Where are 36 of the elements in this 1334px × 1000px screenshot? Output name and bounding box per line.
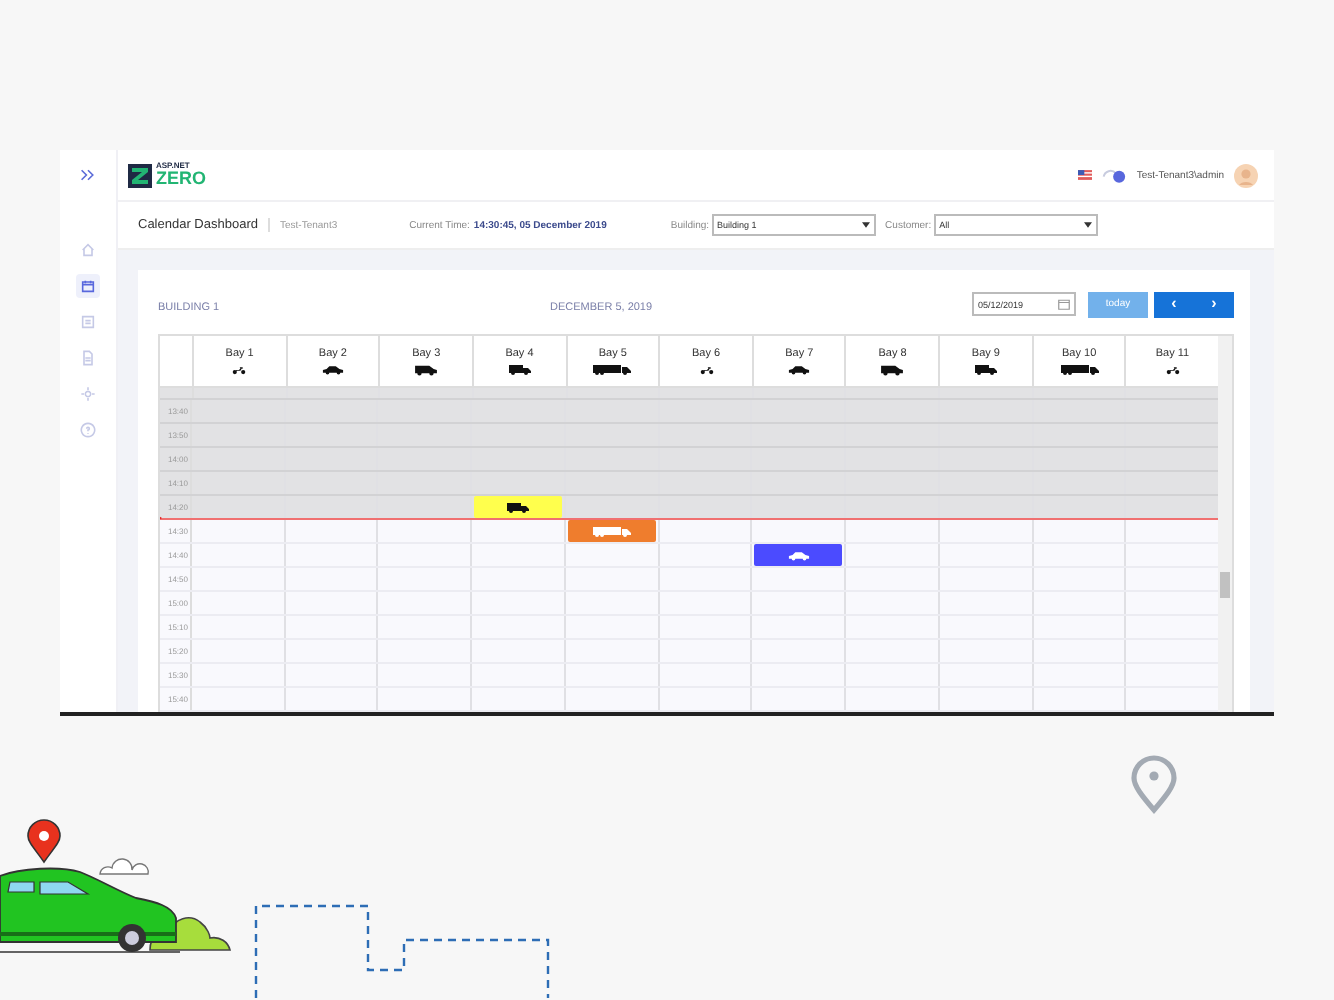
caret-icon <box>861 222 870 228</box>
van-icon <box>414 363 439 375</box>
truck-icon <box>504 501 533 513</box>
semi-truck-icon <box>1057 363 1102 375</box>
avatar-icon[interactable] <box>1234 163 1258 187</box>
van-icon <box>880 363 905 375</box>
semi-truck-icon <box>589 525 634 537</box>
logo-icon <box>128 163 152 187</box>
car-icon <box>788 363 811 375</box>
truck-icon <box>505 363 534 375</box>
notification-icon[interactable] <box>1102 166 1127 184</box>
scrollbar[interactable] <box>1218 336 1232 712</box>
semi-truck-icon <box>590 363 635 375</box>
car-icon <box>321 363 344 375</box>
caret-icon <box>1083 222 1092 228</box>
location-pin-icon <box>1131 755 1177 813</box>
motorcycle-icon <box>1165 363 1180 375</box>
sidebar-item[interactable] <box>76 274 100 298</box>
booking-event[interactable] <box>474 496 562 518</box>
help-icon <box>80 422 96 438</box>
truck-icon <box>971 363 1000 375</box>
motorcycle-icon <box>699 363 714 375</box>
next-button[interactable]: › <box>1194 291 1234 317</box>
location-pin-icon <box>27 819 61 863</box>
motorcycle-icon <box>232 363 247 375</box>
home-icon <box>80 242 96 258</box>
logo-title: ZERO <box>156 170 207 188</box>
expand-icon[interactable] <box>80 168 96 182</box>
car-icon <box>787 549 810 561</box>
calendar-icon[interactable] <box>1058 298 1070 310</box>
flag-icon[interactable] <box>1078 170 1093 180</box>
previous-button[interactable]: ‹ <box>1154 291 1194 317</box>
list-icon <box>80 314 96 330</box>
document-icon <box>80 350 96 366</box>
calendar-icon <box>80 278 96 294</box>
settings-icon <box>80 386 96 402</box>
